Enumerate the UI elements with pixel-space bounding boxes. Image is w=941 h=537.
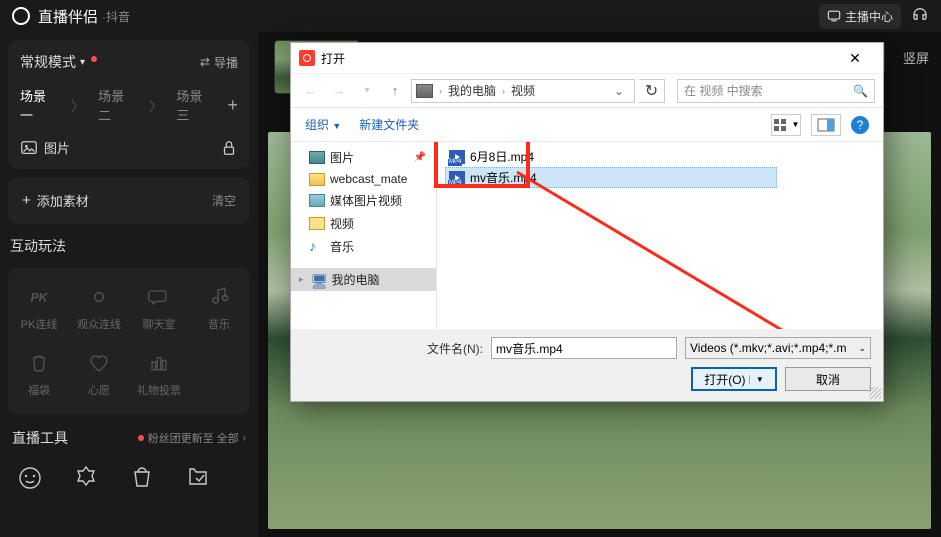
tool-icons-row <box>8 458 250 492</box>
close-button[interactable]: ✕ <box>835 50 875 67</box>
nav-back[interactable]: ← <box>299 79 323 103</box>
interact-music[interactable]: 音乐 <box>192 278 246 338</box>
view-mode-button[interactable]: ▼ <box>771 114 801 136</box>
search-input[interactable]: 在 视频 中搜索 🔍 <box>677 79 875 103</box>
scene-tabs: 场景一〉 场景二〉 场景三 + <box>20 86 238 124</box>
refresh-button[interactable]: ↻ <box>639 79 665 103</box>
interact-pk[interactable]: PKPK连线 <box>12 278 66 338</box>
dialog-title: 打开 <box>321 50 345 67</box>
filename-label: 文件名(N): <box>427 340 483 357</box>
interact-chatroom[interactable]: 聊天室 <box>132 278 186 338</box>
guide-button[interactable]: ⇄导播 <box>200 54 238 71</box>
tools-header: 直播工具 粉丝团更新至 全部› <box>8 422 250 450</box>
new-folder-button[interactable]: 新建文件夹 <box>359 116 419 133</box>
resize-grip[interactable] <box>869 387 881 399</box>
pin-icon: 📌 <box>414 152 426 163</box>
dialog-toolbar: 组织 ▼ 新建文件夹 ▼ ? <box>291 107 883 141</box>
preview-pane-button[interactable] <box>811 114 841 136</box>
interact-wish[interactable]: 心愿 <box>72 344 126 404</box>
dialog-footer: 文件名(N): Videos (*.mkv;*.avi;*.mp4;*.m⌄ 打… <box>291 329 883 401</box>
interact-luckybag[interactable]: 福袋 <box>12 344 66 404</box>
file-list[interactable]: MP46月8日.mp4 MP4mv音乐.mp4 <box>437 142 883 329</box>
help-button[interactable]: ? <box>851 116 869 134</box>
fans-update-link[interactable]: 粉丝团更新至 全部› <box>138 430 246 446</box>
orientation-v[interactable]: 竖屏 <box>903 48 929 67</box>
add-scene-button[interactable]: + <box>228 95 239 116</box>
organize-menu[interactable]: 组织 ▼ <box>305 116 341 133</box>
path-breadcrumb[interactable]: › 我的电脑› 视频 ⌄ <box>411 79 635 103</box>
tree-media[interactable]: 媒体图片视频 <box>291 189 436 212</box>
dialog-titlebar: 打开 ✕ <box>291 43 883 73</box>
interact-audience-link[interactable]: 观众连线 <box>72 278 126 338</box>
left-panel: 常规模式 ▾ ⇄导播 场景一〉 场景二〉 场景三 + 图片 +添加素材 <box>0 32 258 537</box>
dialog-app-icon <box>299 50 315 66</box>
tool-icon-2[interactable] <box>72 464 100 492</box>
picture-item[interactable]: 图片 <box>20 138 70 157</box>
search-icon: 🔍 <box>853 84 868 98</box>
app-logo-icon <box>12 7 30 25</box>
scene-tab-2[interactable]: 场景二 <box>98 86 135 124</box>
video-file-icon: MP4 <box>449 150 465 164</box>
video-file-icon: MP4 <box>449 171 465 185</box>
interact-gift-vote[interactable]: 礼物投票 <box>132 344 186 404</box>
interact-empty <box>192 344 246 404</box>
interact-title: 互动玩法 <box>8 232 250 260</box>
app-title: 直播伴侣 <box>38 6 98 27</box>
tool-icon-4[interactable] <box>184 464 212 492</box>
svg-text:PK: PK <box>31 290 49 304</box>
path-dropdown[interactable]: ⌄ <box>608 84 630 98</box>
app-subtitle: ·抖音 <box>102 8 130 25</box>
interact-grid: PKPK连线 观众连线 聊天室 音乐 福袋 心愿 礼物投票 <box>8 268 250 414</box>
scene-tab-3[interactable]: 场景三 <box>176 86 213 124</box>
filetype-select[interactable]: Videos (*.mkv;*.avi;*.mp4;*.m⌄ <box>685 337 871 359</box>
headset-icon[interactable] <box>911 5 929 27</box>
tree-music[interactable]: ♪音乐 <box>291 235 436 258</box>
open-button[interactable]: 打开(O) ▼ <box>691 367 777 391</box>
folder-tree: 图片📌 webcast_mate 媒体图片视频 视频 ♪音乐 ▸🖥我的电脑 <box>291 142 437 329</box>
file-item[interactable]: MP46月8日.mp4 <box>445 146 875 167</box>
filename-input[interactable] <box>491 337 677 359</box>
scene-tab-1[interactable]: 场景一 <box>20 86 57 124</box>
tree-videos[interactable]: 视频 <box>291 212 436 235</box>
scene-card: 常规模式 ▾ ⇄导播 场景一〉 场景二〉 场景三 + 图片 <box>8 40 250 169</box>
tree-pictures[interactable]: 图片📌 <box>291 146 436 169</box>
add-material-button[interactable]: +添加素材 <box>22 191 89 210</box>
open-file-dialog: 打开 ✕ ← → ▾ ↑ › 我的电脑› 视频 ⌄ ↻ 在 视频 中搜索 🔍 组… <box>290 42 884 402</box>
host-center-button[interactable]: 主播中心 <box>819 4 901 29</box>
lock-icon[interactable] <box>220 139 238 157</box>
tool-icon-3[interactable] <box>128 464 156 492</box>
image-icon <box>20 139 38 157</box>
tool-icon-1[interactable] <box>16 464 44 492</box>
tree-mypc[interactable]: ▸🖥我的电脑 <box>291 268 436 291</box>
nav-up[interactable]: ↑ <box>383 79 407 103</box>
drive-icon <box>416 84 433 98</box>
material-card: +添加素材 清空 <box>8 177 250 224</box>
tv-icon <box>827 9 841 23</box>
nav-forward[interactable]: → <box>327 79 351 103</box>
mode-selector[interactable]: 常规模式 ▾ <box>20 52 97 72</box>
app-topbar: 直播伴侣 ·抖音 主播中心 <box>0 0 941 32</box>
cancel-button[interactable]: 取消 <box>785 367 871 391</box>
nav-recent[interactable]: ▾ <box>355 79 379 103</box>
tree-webcast[interactable]: webcast_mate <box>291 169 436 189</box>
dialog-nav: ← → ▾ ↑ › 我的电脑› 视频 ⌄ ↻ 在 视频 中搜索 🔍 <box>291 73 883 107</box>
file-item-selected[interactable]: MP4mv音乐.mp4 <box>445 167 777 188</box>
clear-button[interactable]: 清空 <box>212 192 236 209</box>
